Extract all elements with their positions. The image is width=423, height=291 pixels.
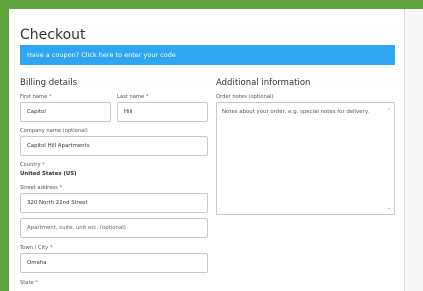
order-notes-textarea[interactable]: Notes about your order, e.g. special not… <box>216 102 395 215</box>
country-label: Country * <box>20 162 45 168</box>
street-label: Street address * <box>20 185 63 191</box>
order-notes-label: Order notes (optional) <box>216 94 274 100</box>
billing-heading: Billing details <box>20 78 78 88</box>
coupon-notice-link[interactable]: Have a coupon? Click here to enter your … <box>20 45 395 65</box>
page-title: Checkout <box>20 27 86 43</box>
chevron-up-icon[interactable]: ⌃ <box>387 108 391 114</box>
company-field[interactable]: Capitol Hill Apartments <box>20 136 208 156</box>
city-field[interactable]: Omaha <box>20 253 208 273</box>
page-scroll-strip[interactable] <box>404 9 423 291</box>
first-name-label: First name * <box>20 94 52 100</box>
order-notes-placeholder: Notes about your order, e.g. special not… <box>222 109 369 115</box>
first-name-field[interactable]: Capitol <box>20 102 111 122</box>
last-name-label: Last name * <box>117 94 149 100</box>
company-label: Company name (optional) <box>20 128 88 134</box>
additional-heading: Additional information <box>216 78 311 88</box>
country-value: United States (US) <box>20 171 77 177</box>
chevron-down-icon[interactable]: ⌄ <box>387 205 391 211</box>
last-name-field[interactable]: Hill <box>117 102 208 122</box>
state-label: State * <box>20 280 38 286</box>
street-address-line2-field[interactable]: Apartment, suite, unit etc. (optional) <box>20 218 208 238</box>
city-label: Town / City * <box>20 245 53 251</box>
street-address-field[interactable]: 320 North 22nd Street <box>20 193 208 213</box>
